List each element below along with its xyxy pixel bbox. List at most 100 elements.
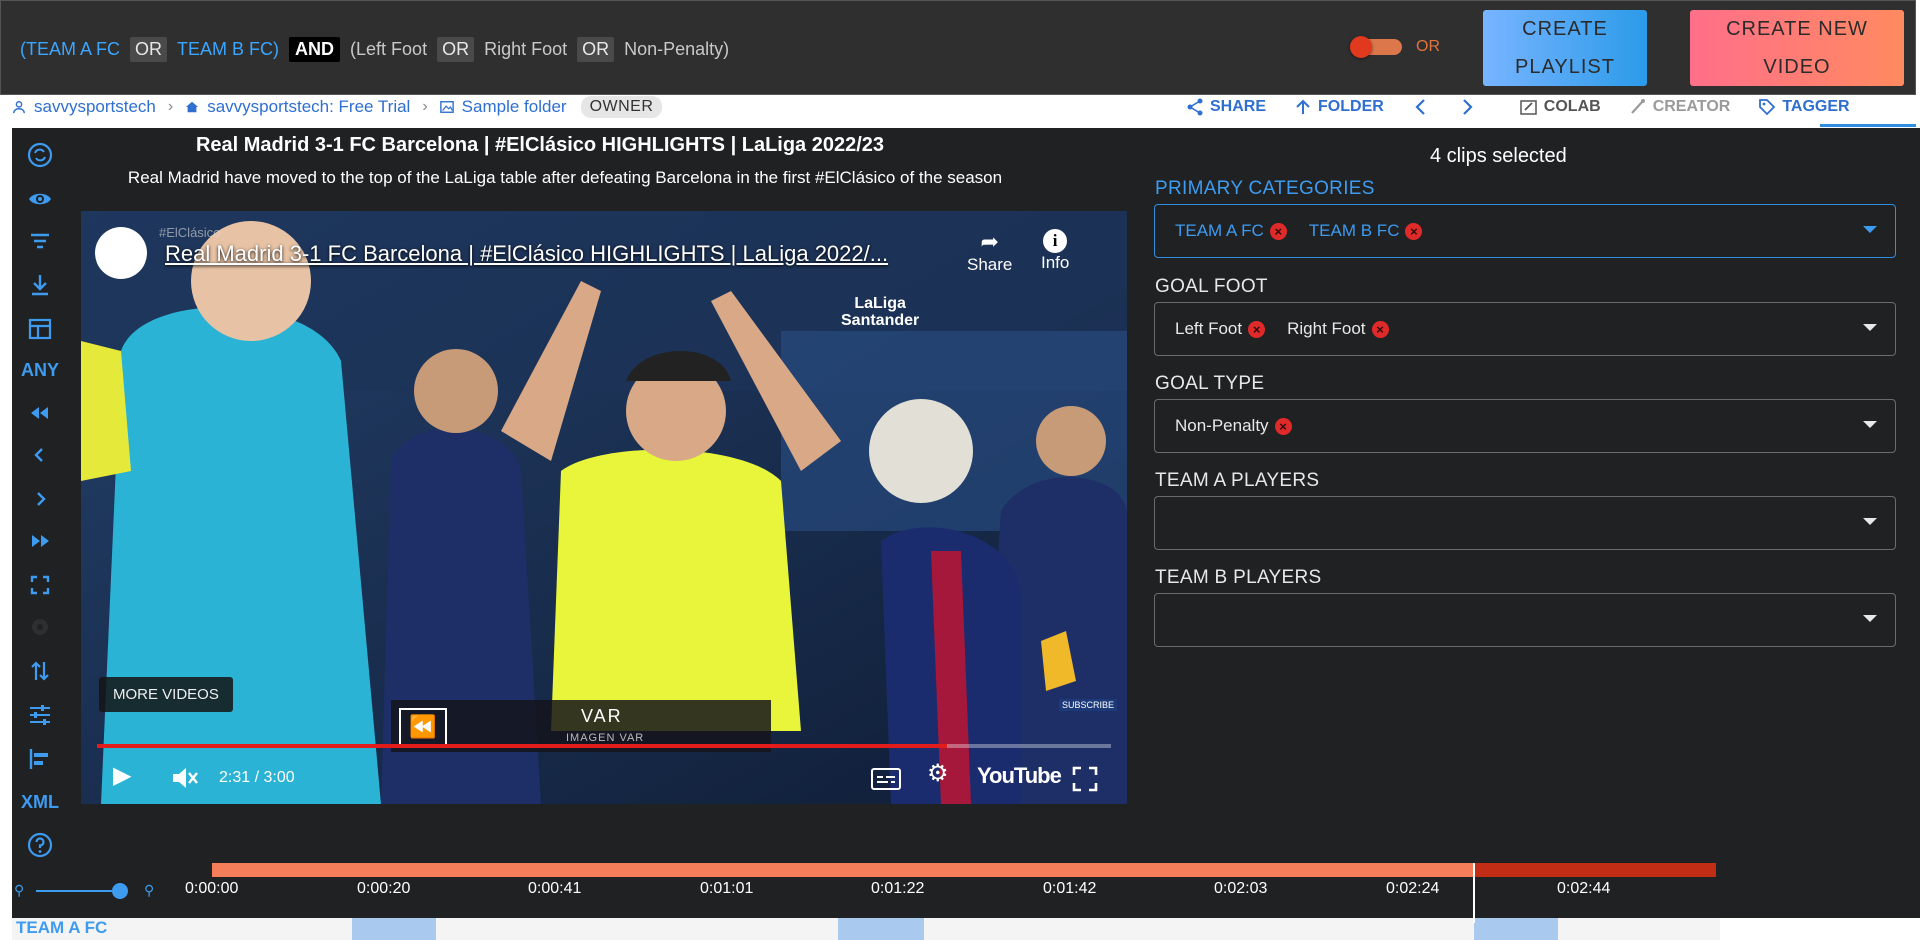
chip-label: Left Foot [1175,319,1243,338]
create-new-video-button[interactable]: CREATE NEW VIDEO [1690,10,1904,86]
channel-avatar[interactable] [95,227,147,279]
remove-chip-icon[interactable]: × [1269,222,1287,240]
team-b-players-select[interactable] [1154,593,1896,647]
chip-label: Right Foot [1287,319,1366,338]
timeline-clip[interactable] [838,918,924,940]
broadcaster-logo: LaLiga Santander [841,295,919,329]
embed-share-button[interactable]: ➦ Share [967,229,1012,275]
chip-team-a[interactable]: TEAM A FC × [1175,221,1287,241]
creator-button[interactable]: CREATOR [1629,98,1730,116]
step-forward-icon[interactable] [12,486,68,512]
mute-icon[interactable] [169,763,199,798]
colab-button[interactable]: COLAB [1520,98,1601,116]
folder-button[interactable]: FOLDER [1294,98,1384,116]
rewind-icon[interactable]: ⏪ [399,708,447,746]
xml-export-button[interactable]: XML [12,792,68,813]
toolbar-actions: SHARE FOLDER COLAB CREATOR TAGGER [1186,94,1878,120]
video-description: Real Madrid have moved to the top of the… [127,168,1003,187]
table-layout-icon[interactable] [12,316,68,342]
zoom-in-icon[interactable]: ⚲ [144,882,154,899]
filter-token-non-penalty[interactable]: Non-Penalty) [624,39,729,60]
chip-team-b[interactable]: TEAM B FC × [1309,221,1423,241]
field-label-goal-foot: GOAL FOOT [1155,276,1268,297]
share-button[interactable]: SHARE [1186,98,1266,116]
chevron-down-icon[interactable] [1863,324,1877,331]
previous-button[interactable] [1412,98,1430,116]
filter-operator-or[interactable]: OR [130,36,168,62]
embed-info-button[interactable]: i Info [1041,229,1069,273]
breadcrumb-workspace[interactable]: savvysportstech: Free Trial [207,97,410,117]
create-playlist-button[interactable]: CREATE PLAYLIST [1483,10,1647,86]
chip-label: Non-Penalty [1175,416,1269,435]
filter-operator-or[interactable]: OR [437,36,475,62]
step-back-icon[interactable] [12,442,68,468]
any-mode-button[interactable]: ANY [12,360,68,381]
tagger-tab[interactable]: TAGGER [1758,98,1850,116]
breadcrumb-user[interactable]: savvysportstech [34,97,156,117]
field-label-primary-categories: PRIMARY CATEGORIES [1155,178,1375,199]
download-icon[interactable] [12,272,68,298]
timeline-remaining-bar[interactable] [1474,863,1716,877]
track-label: TEAM A FC [16,918,108,937]
video-title: Real Madrid 3-1 FC Barcelona | #ElClásic… [195,134,885,156]
tag-icon [1759,99,1776,116]
embed-video-title[interactable]: Real Madrid 3-1 FC Barcelona | #ElClásic… [165,241,888,267]
timeline-tick: 0:02:44 [1557,880,1611,897]
filter-operator-or[interactable]: OR [577,36,615,62]
chip-left-foot[interactable]: Left Foot × [1175,319,1266,339]
youtube-logo[interactable]: YouTube [977,763,1062,789]
play-icon[interactable]: ▶ [113,761,131,790]
timeline-clip[interactable] [352,918,436,940]
fast-rewind-icon[interactable] [12,400,68,426]
filter-token-team-b[interactable]: TEAM B FC) [177,39,279,60]
zoom-out-icon[interactable]: ⚲ [14,882,24,899]
chip-non-penalty[interactable]: Non-Penalty × [1175,416,1292,436]
sync-icon[interactable] [12,142,68,168]
goal-foot-select[interactable]: Left Foot × Right Foot × [1154,302,1896,356]
chevron-right-icon: › [167,98,174,115]
colab-label: COLAB [1543,98,1601,115]
remove-chip-icon[interactable]: × [1274,417,1292,435]
filter-icon[interactable] [12,228,68,254]
fullscreen-icon[interactable] [1071,765,1099,798]
help-icon[interactable] [12,832,68,858]
captions-icon[interactable] [871,767,901,796]
timeline-clip[interactable] [1474,918,1558,940]
chevron-down-icon[interactable] [1863,615,1877,622]
and-or-toggle[interactable] [1350,36,1402,58]
filter-operator-and[interactable]: AND [289,36,341,62]
filter-token-left-foot[interactable]: (Left Foot [350,39,427,60]
zoom-slider-track[interactable] [36,890,124,892]
timeline-playhead[interactable] [1473,863,1475,923]
home-icon [186,101,199,113]
filter-token-right-foot[interactable]: Right Foot [484,39,567,60]
team-a-players-select[interactable] [1154,496,1896,550]
fullscreen-icon[interactable] [12,572,68,598]
filter-expression[interactable]: (TEAM A FC OR TEAM B FC) AND (Left Foot … [20,36,729,62]
primary-categories-select[interactable]: TEAM A FC × TEAM B FC × [1154,204,1896,258]
timeline-played-bar[interactable] [212,863,1474,877]
toggle-knob[interactable] [1350,36,1372,58]
gear-icon[interactable]: ⚙ [927,759,949,788]
field-label-team-b-players: TEAM B PLAYERS [1155,567,1322,588]
eye-icon[interactable] [12,186,68,212]
remove-chip-icon[interactable]: × [1248,320,1266,338]
remove-chip-icon[interactable]: × [1405,222,1423,240]
zoom-slider-handle[interactable] [112,883,128,899]
breadcrumb-folder[interactable]: Sample folder [462,97,567,117]
folder-image-icon [439,101,454,113]
chevron-down-icon[interactable] [1863,518,1877,525]
more-videos-button[interactable]: MORE VIDEOS [99,677,233,712]
fast-forward-icon[interactable] [12,528,68,554]
remove-chip-icon[interactable]: × [1371,320,1389,338]
video-player[interactable]: #ElClásico Real Madrid 3-1 FC Barcelona … [81,211,1127,804]
align-left-icon[interactable] [12,746,68,772]
goal-type-select[interactable]: Non-Penalty × [1154,399,1896,453]
next-button[interactable] [1458,98,1476,116]
tune-icon[interactable] [12,702,68,728]
chevron-down-icon[interactable] [1863,421,1877,428]
chip-right-foot[interactable]: Right Foot × [1287,319,1389,339]
swap-vertical-icon[interactable] [12,658,68,684]
filter-token-team-a[interactable]: (TEAM A FC [20,39,120,60]
chevron-down-icon[interactable] [1863,226,1877,233]
